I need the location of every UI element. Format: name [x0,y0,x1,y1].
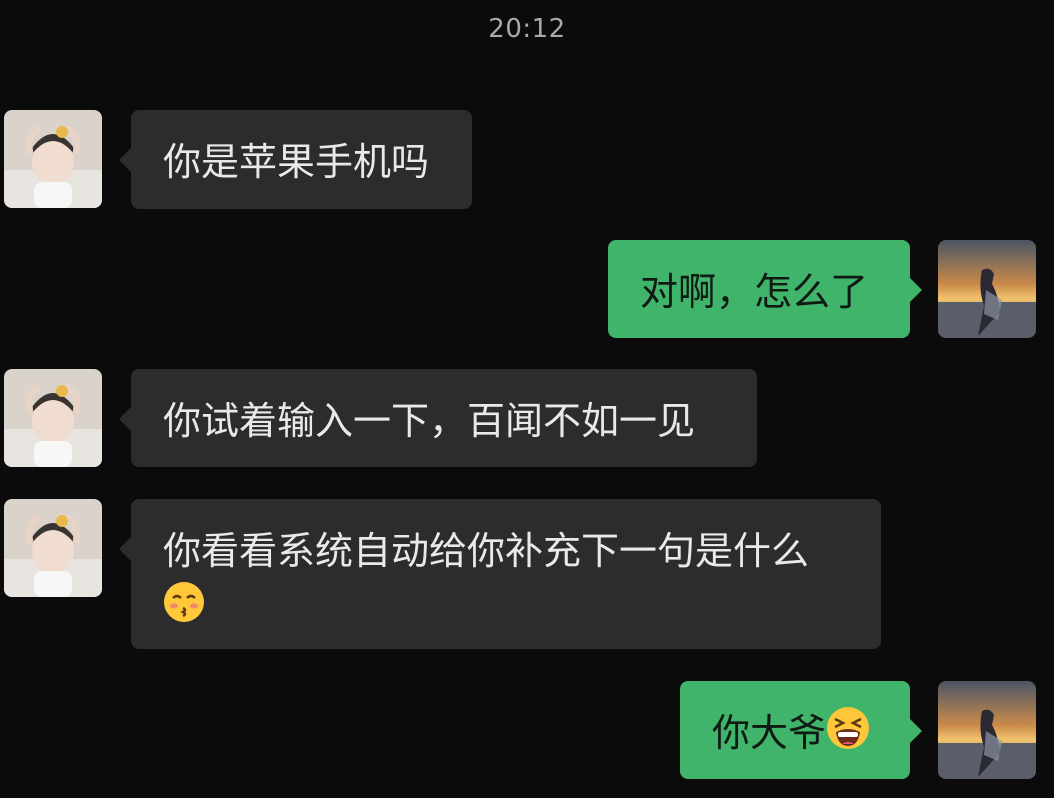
self-avatar[interactable] [938,681,1036,779]
chat-timestamp: 20:12 [488,14,566,44]
friend-avatar[interactable] [4,499,102,597]
outgoing-message-bubble[interactable]: 对啊，怎么了 [608,240,922,338]
friend-avatar[interactable] [4,369,102,467]
message-text: 对啊，怎么了 [640,270,869,314]
self-avatar[interactable] [938,240,1036,338]
incoming-message-bubble[interactable]: 你试着输入一下，百闻不如一见 [119,369,757,467]
message-text: 你大爷 [712,711,827,755]
incoming-message-bubble[interactable]: 你看看系统自动给你补充下一句是什么 [119,499,881,649]
message-text: 你看看系统自动给你补充下一句是什么 [163,529,810,573]
incoming-message-bubble[interactable]: 你是苹果手机吗 [119,110,472,209]
kissing-face-emoji [163,581,205,638]
outgoing-message-bubble[interactable]: 你大爷 [680,681,922,779]
friend-avatar[interactable] [4,110,102,208]
message-text: 你试着输入一下，百闻不如一见 [163,399,696,443]
message-text: 你是苹果手机吗 [163,140,430,184]
tired-face-emoji [826,706,870,765]
